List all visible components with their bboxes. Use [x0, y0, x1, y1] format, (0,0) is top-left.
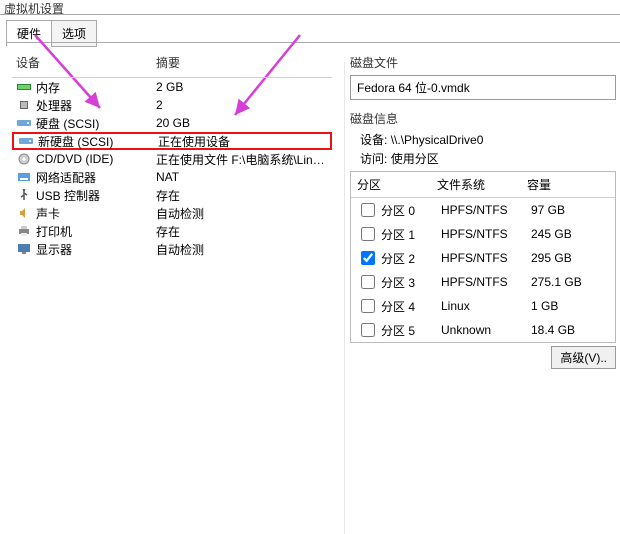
- hw-row-cpu[interactable]: 处理器 2: [12, 96, 332, 114]
- hw-name: 打印机: [36, 223, 156, 240]
- diskinfo-device: 设备: \\.\PhysicalDrive0: [360, 131, 616, 148]
- hdd-icon: [18, 134, 34, 148]
- partition-name: 分区 0: [381, 202, 441, 219]
- hw-row-memory[interactable]: 内存 2 GB: [12, 78, 332, 96]
- col-summary: 摘要: [156, 54, 328, 71]
- hw-name: 显示器: [36, 241, 156, 258]
- partition-capacity: 97 GB: [531, 203, 609, 217]
- hdd-icon: [16, 116, 32, 130]
- details-panel: 磁盘文件 Fedora 64 位-0.vmdk 磁盘信息 设备: \\.\Phy…: [350, 50, 616, 343]
- hw-row-usb[interactable]: USB 控制器 存在: [12, 186, 332, 204]
- partition-checkbox[interactable]: [361, 203, 375, 217]
- hw-name: USB 控制器: [36, 187, 156, 204]
- cpu-icon: [16, 98, 32, 112]
- partition-fs: HPFS/NTFS: [441, 251, 531, 265]
- cd-icon: [16, 152, 32, 166]
- access-key: 访问:: [360, 152, 387, 166]
- hw-row-sound[interactable]: 声卡 自动检测: [12, 204, 332, 222]
- hw-row-nic[interactable]: 网络适配器 NAT: [12, 168, 332, 186]
- printer-icon: [16, 224, 32, 238]
- hw-name: CD/DVD (IDE): [36, 152, 156, 166]
- hw-summary: 自动检测: [156, 205, 328, 222]
- vertical-separator: [344, 62, 345, 534]
- partition-fs: Linux: [441, 299, 531, 313]
- col-partition: 分区: [357, 176, 437, 193]
- display-icon: [16, 242, 32, 256]
- hw-summary: 20 GB: [156, 116, 328, 130]
- device-key: 设备:: [360, 133, 387, 147]
- partition-table: 分区 文件系统 容量 分区 0HPFS/NTFS97 GB分区 1HPFS/NT…: [350, 171, 616, 343]
- partition-header: 分区 文件系统 容量: [351, 172, 615, 198]
- diskfile-field[interactable]: Fedora 64 位-0.vmdk: [350, 75, 616, 100]
- partition-checkbox[interactable]: [361, 251, 375, 265]
- partition-capacity: 18.4 GB: [531, 323, 609, 337]
- col-device: 设备: [16, 54, 156, 71]
- partition-checkbox[interactable]: [361, 299, 375, 313]
- partition-capacity: 245 GB: [531, 227, 609, 241]
- partition-row[interactable]: 分区 4Linux1 GB: [351, 294, 615, 318]
- hw-name: 处理器: [36, 97, 156, 114]
- hw-row-new-hdd[interactable]: 新硬盘 (SCSI) 正在使用设备: [12, 132, 332, 150]
- diskfile-label: 磁盘文件: [350, 54, 616, 71]
- hw-name: 声卡: [36, 205, 156, 222]
- hw-summary: 存在: [156, 187, 328, 204]
- partition-fs: HPFS/NTFS: [441, 227, 531, 241]
- hardware-list-header: 设备 摘要: [12, 50, 332, 78]
- partition-capacity: 275.1 GB: [531, 275, 609, 289]
- partition-row[interactable]: 分区 2HPFS/NTFS295 GB: [351, 246, 615, 270]
- partition-name: 分区 3: [381, 274, 441, 291]
- hw-summary: 正在使用设备: [158, 133, 326, 150]
- col-fs: 文件系统: [437, 176, 527, 193]
- hw-name: 网络适配器: [36, 169, 156, 186]
- partition-capacity: 295 GB: [531, 251, 609, 265]
- col-capacity: 容量: [527, 176, 609, 193]
- hw-name: 硬盘 (SCSI): [36, 115, 156, 132]
- sound-icon: [16, 206, 32, 220]
- diskinfo-access: 访问: 使用分区: [360, 150, 616, 167]
- hw-name: 内存: [36, 79, 156, 96]
- hw-summary: 自动检测: [156, 241, 328, 258]
- usb-icon: [16, 188, 32, 202]
- partition-checkbox[interactable]: [361, 323, 375, 337]
- hw-summary: 存在: [156, 223, 328, 240]
- partition-checkbox[interactable]: [361, 227, 375, 241]
- advanced-button[interactable]: 高级(V)..: [551, 346, 616, 369]
- hw-summary: 2: [156, 98, 328, 112]
- partition-name: 分区 4: [381, 298, 441, 315]
- partition-row[interactable]: 分区 0HPFS/NTFS97 GB: [351, 198, 615, 222]
- tab-underline: [6, 42, 620, 43]
- partition-capacity: 1 GB: [531, 299, 609, 313]
- nic-icon: [16, 170, 32, 184]
- hw-summary: NAT: [156, 170, 328, 184]
- partition-name: 分区 2: [381, 250, 441, 267]
- partition-name: 分区 1: [381, 226, 441, 243]
- hw-row-display[interactable]: 显示器 自动检测: [12, 240, 332, 258]
- hardware-list: 设备 摘要 内存 2 GB 处理器 2 硬盘 (SCSI) 20 GB 新硬盘 …: [12, 50, 332, 258]
- partition-row[interactable]: 分区 3HPFS/NTFS275.1 GB: [351, 270, 615, 294]
- hw-row-printer[interactable]: 打印机 存在: [12, 222, 332, 240]
- partition-row[interactable]: 分区 5Unknown18.4 GB: [351, 318, 615, 342]
- hw-name: 新硬盘 (SCSI): [38, 133, 158, 150]
- partition-fs: Unknown: [441, 323, 531, 337]
- hw-summary: 正在使用文件 F:\电脑系统\Linu...: [156, 151, 328, 168]
- hw-row-cddvd[interactable]: CD/DVD (IDE) 正在使用文件 F:\电脑系统\Linu...: [12, 150, 332, 168]
- memory-icon: [16, 80, 32, 94]
- partition-name: 分区 5: [381, 322, 441, 339]
- partition-fs: HPFS/NTFS: [441, 203, 531, 217]
- device-value: \\.\PhysicalDrive0: [391, 133, 484, 147]
- access-value: 使用分区: [391, 152, 439, 166]
- partition-checkbox[interactable]: [361, 275, 375, 289]
- partition-row[interactable]: 分区 1HPFS/NTFS245 GB: [351, 222, 615, 246]
- hw-summary: 2 GB: [156, 80, 328, 94]
- diskinfo-label: 磁盘信息: [350, 110, 616, 127]
- partition-fs: HPFS/NTFS: [441, 275, 531, 289]
- hw-row-hdd[interactable]: 硬盘 (SCSI) 20 GB: [12, 114, 332, 132]
